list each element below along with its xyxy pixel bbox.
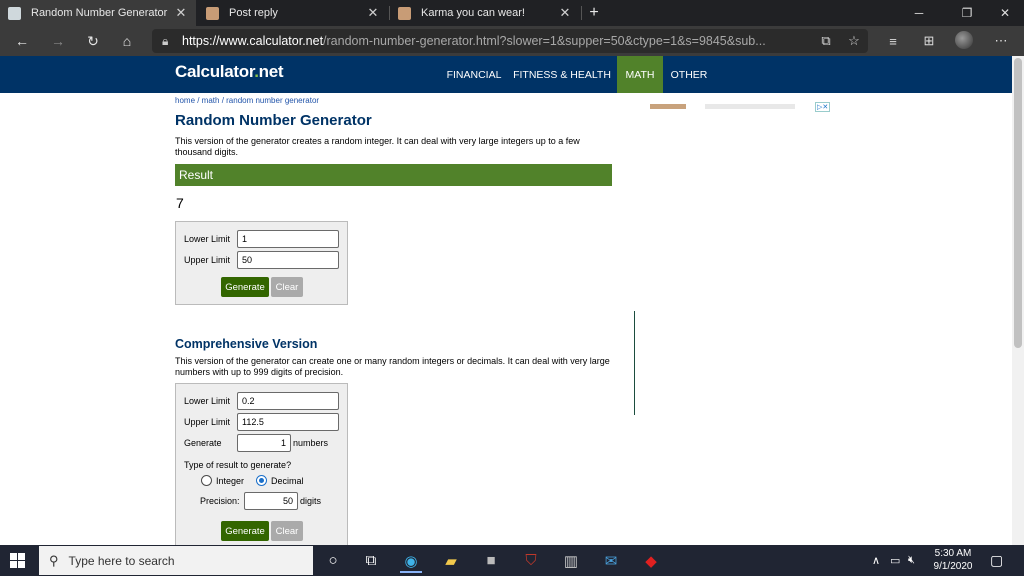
home-icon[interactable]: ⌂ [115, 29, 139, 53]
store-icon[interactable]: ■ [474, 548, 508, 573]
precision-unit-label: digits [300, 496, 322, 506]
network-icon[interactable]: ▭ [890, 545, 900, 576]
reddit-favicon-icon [206, 6, 219, 20]
comprehensive-generator-panel: Lower Limit 0.2 Upper Limit 112.5 Genera… [175, 383, 348, 545]
address-toolbar: ← → ↻ ⌂ 🔒︎ https://www.calculator.net/ra… [0, 26, 1024, 56]
decimal-label[interactable]: Decimal [271, 476, 304, 486]
menu-math[interactable]: MATH [617, 56, 663, 93]
logo-tld: net [258, 62, 284, 81]
close-icon[interactable]: ✕ [174, 5, 188, 21]
decimal-radio[interactable] [256, 475, 267, 486]
scrollbar-thumb[interactable] [1014, 58, 1022, 348]
file-explorer-icon[interactable]: ▰ [434, 548, 468, 573]
url-host: https://www.calculator.net [182, 34, 324, 48]
tab-random-number-generator[interactable]: Random Number Generator ✕ [0, 0, 196, 26]
volume-muted-icon[interactable]: 🔇︎ [908, 545, 915, 576]
mail-icon[interactable]: ✉ [594, 548, 628, 573]
result-heading: Result [175, 164, 612, 186]
task-view-icon[interactable]: ⧉ [354, 548, 388, 573]
forward-arrow-icon[interactable]: → [46, 29, 70, 53]
integer-radio[interactable] [201, 475, 212, 486]
menu-other[interactable]: OTHER [667, 56, 711, 93]
restore-icon[interactable]: ❐ [952, 0, 982, 26]
read-aloud-icon[interactable]: ⧉ [815, 29, 837, 53]
page-content: home / math / random number generator Ra… [0, 93, 1024, 545]
clear-button[interactable]: Clear [271, 277, 303, 297]
page-title: Random Number Generator [175, 112, 372, 129]
precision-label: Precision: [200, 496, 240, 506]
divider-line [634, 311, 635, 415]
generate-count-label: Generate [184, 438, 222, 448]
mcafee-icon[interactable]: ⛉ [514, 548, 548, 573]
comprehensive-heading: Comprehensive Version [175, 337, 318, 351]
back-arrow-icon[interactable]: ← [10, 29, 34, 53]
generate-button[interactable]: Generate [221, 277, 269, 297]
ad-text[interactable] [705, 104, 795, 109]
new-tab-button[interactable]: + [582, 0, 606, 26]
breadcrumb[interactable]: home / math / random number generator [175, 96, 319, 105]
taskbar-search-box[interactable]: ⚲ Type here to search [39, 546, 313, 575]
close-icon[interactable]: ✕ [558, 5, 572, 21]
calculator-favicon-icon [8, 6, 21, 20]
result-value: 7 [176, 195, 184, 211]
upper-limit-label: Upper Limit [184, 255, 231, 265]
ad-image[interactable] [650, 104, 686, 109]
lock-icon: 🔒︎ [162, 33, 169, 48]
lower-limit-input[interactable]: 1 [237, 230, 339, 248]
lower-limit-label: Lower Limit [184, 396, 231, 406]
count-unit-label: numbers [293, 438, 329, 448]
app-chart-icon[interactable]: ▥ [554, 548, 588, 573]
favorite-star-icon[interactable]: ☆ [843, 29, 865, 53]
lower-limit-input[interactable]: 0.2 [237, 392, 339, 410]
menu-financial[interactable]: FINANCIAL [443, 56, 505, 93]
search-icon: ⚲ [49, 552, 59, 568]
acrobat-icon[interactable]: ◆ [634, 548, 668, 573]
integer-label[interactable]: Integer [216, 476, 244, 486]
url-bar[interactable]: 🔒︎ https://www.calculator.net/random-num… [152, 29, 868, 53]
tab-strip: Random Number Generator ✕ Post reply ✕ K… [0, 0, 1024, 26]
site-header: Calculator.net FINANCIAL FITNESS & HEALT… [0, 56, 1024, 93]
menu-fitness-health[interactable]: FITNESS & HEALTH [512, 56, 612, 93]
windows-start-icon[interactable] [10, 553, 25, 568]
close-icon[interactable]: ✕ [366, 5, 380, 21]
more-menu-icon[interactable]: ⋯ [990, 29, 1012, 53]
logo-text: Calculator [175, 62, 255, 81]
profile-avatar[interactable] [955, 31, 973, 49]
favorites-list-icon[interactable]: ≡ [882, 29, 904, 53]
simple-generator-panel: Lower Limit 1 Upper Limit 50 Generate Cl… [175, 221, 348, 305]
upper-limit-label: Upper Limit [184, 417, 231, 427]
collections-icon[interactable]: ⊞ [918, 29, 940, 53]
upper-limit-input[interactable]: 50 [237, 251, 339, 269]
url-path: /random-number-generator.html?slower=1&s… [323, 34, 766, 48]
cortana-icon[interactable]: ○ [316, 548, 350, 573]
system-clock[interactable]: 5:30 AM 9/1/2020 [928, 547, 978, 573]
reddit-favicon-icon [398, 6, 411, 20]
clear-button[interactable]: Clear [271, 521, 303, 541]
tab-karma[interactable]: Karma you can wear! ✕ [390, 0, 580, 26]
close-window-icon[interactable]: ✕ [990, 0, 1020, 26]
minimize-icon[interactable]: ─ [904, 0, 934, 26]
ad-choices-icon[interactable]: ▷✕ [815, 102, 831, 112]
site-logo[interactable]: Calculator.net [175, 62, 284, 82]
upper-limit-input[interactable]: 112.5 [237, 413, 339, 431]
refresh-icon[interactable]: ↻ [81, 29, 105, 53]
clock-date: 9/1/2020 [933, 561, 973, 572]
notifications-icon[interactable]: ▢ [990, 545, 1003, 576]
generate-button[interactable]: Generate [221, 521, 269, 541]
search-placeholder: Type here to search [68, 553, 175, 568]
lower-limit-label: Lower Limit [184, 234, 231, 244]
clock-time: 5:30 AM [934, 548, 972, 559]
count-input[interactable]: 1 [237, 434, 291, 452]
tab-title: Karma you can wear! [421, 7, 525, 19]
page-description: This version of the generator creates a … [175, 136, 580, 157]
precision-input[interactable]: 50 [244, 492, 298, 510]
tab-title: Random Number Generator [31, 7, 168, 19]
comprehensive-description: This version of the generator can create… [175, 356, 610, 377]
tab-title: Post reply [229, 7, 278, 19]
chevron-up-icon[interactable]: ∧ [872, 545, 880, 576]
edge-browser-icon[interactable]: ◉ [394, 548, 428, 573]
windows-taskbar: ⚲ Type here to search ○ ⧉ ◉ ▰ ■ ⛉ ▥ ✉ ◆ … [0, 545, 1024, 576]
tab-post-reply[interactable]: Post reply ✕ [198, 0, 388, 26]
result-type-label: Type of result to generate? [184, 460, 292, 470]
